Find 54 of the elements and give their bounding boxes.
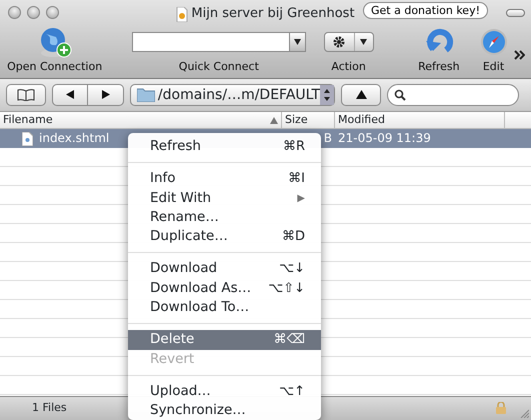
menu-item[interactable]: Info ⌘I [128, 169, 321, 189]
menu-item[interactable]: Edit With ▶ [128, 188, 321, 208]
menu-item[interactable]: Download ⌥↓ [128, 259, 321, 279]
compass-icon[interactable] [478, 26, 508, 56]
bookmarks-button[interactable] [6, 84, 46, 106]
lock-icon [496, 402, 506, 414]
more-chevron-icon[interactable] [514, 50, 525, 60]
folder-icon [137, 88, 155, 102]
path-dropdown[interactable]: /domains/…m/DEFAULT [130, 84, 335, 106]
menu-item[interactable]: Synchronize… [128, 401, 321, 420]
menu-item[interactable]: Duplicate… ⌘D [128, 227, 321, 246]
forward-button[interactable] [88, 84, 124, 106]
minimize-button[interactable] [27, 6, 40, 19]
up-triangle-icon [356, 90, 366, 100]
resize-grip-icon[interactable] [519, 408, 529, 418]
menu-item[interactable]: Download As… ⌥⇧↓ [128, 278, 321, 298]
menu-item[interactable]: Upload… ⌥↑ [128, 382, 321, 402]
menu-item[interactable]: Rename… [128, 208, 321, 228]
file-modified: 21-05-09 11:39 [337, 130, 432, 147]
zoom-button[interactable] [46, 6, 59, 19]
file-icon [22, 132, 33, 146]
window-title: Mijn server bij Greenhost [191, 5, 355, 24]
document-icon [176, 6, 188, 22]
toolbar-label: Refresh [418, 58, 460, 74]
toolbar-label: Quick Connect [178, 58, 259, 74]
column-header[interactable]: Modified [335, 112, 505, 128]
book-icon [17, 88, 35, 101]
caret-icon [360, 38, 368, 44]
dropdown-button[interactable] [290, 32, 306, 52]
file-size: B [324, 131, 332, 145]
stepper-arrows-icon [320, 85, 334, 105]
menu-item[interactable]: Refresh ⌘R [128, 137, 321, 156]
column-header[interactable]: Size [282, 112, 335, 128]
toolbar-label: Open Connection [7, 58, 102, 74]
column-header[interactable]: Filename [0, 112, 282, 128]
back-button[interactable] [52, 84, 88, 106]
toolbar-toggle-button[interactable] [506, 9, 525, 17]
search-field[interactable] [387, 84, 519, 106]
donation-button[interactable]: Get a donation key! [363, 2, 488, 19]
left-triangle-icon [66, 90, 74, 100]
action-button[interactable] [324, 32, 374, 52]
menu-item[interactable]: Download To… [128, 298, 321, 318]
menu-item[interactable]: Delete ⌘⌫ [128, 330, 321, 350]
right-triangle-icon [102, 90, 110, 100]
parent-folder-button[interactable] [341, 84, 381, 106]
gear-icon [333, 36, 346, 48]
toolbar-label: Edit [482, 58, 504, 74]
close-button[interactable] [8, 6, 21, 19]
search-icon [394, 89, 406, 101]
caret-icon [294, 38, 301, 44]
file-name: index.shtml [39, 130, 110, 147]
toolbar-label: Action [331, 58, 366, 74]
status-text: 1 Files [32, 400, 67, 416]
quick-connect-field[interactable] [132, 32, 290, 52]
